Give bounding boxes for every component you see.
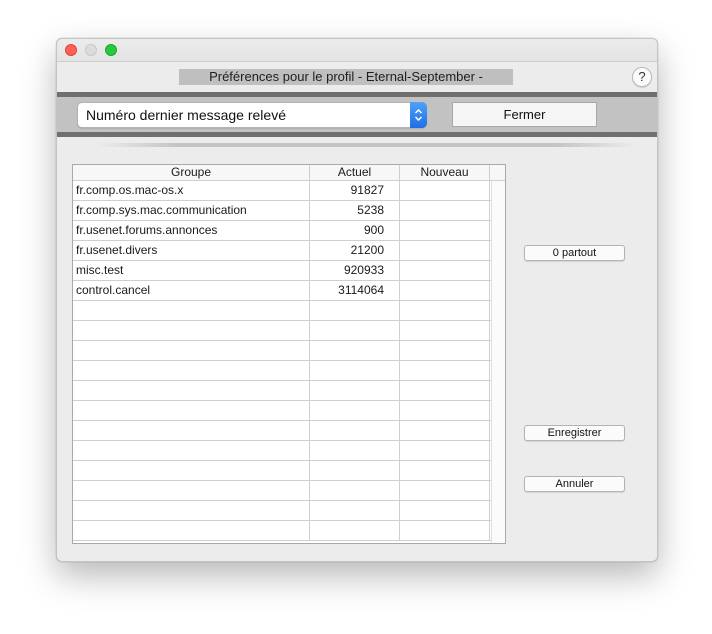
groups-table: Groupe Actuel Nouveau fr.comp.os.mac-os.… bbox=[72, 164, 506, 544]
mode-select[interactable]: Numéro dernier message relevé bbox=[77, 102, 427, 128]
group-cell bbox=[73, 401, 310, 420]
new-cell[interactable] bbox=[400, 521, 490, 540]
group-cell bbox=[73, 481, 310, 500]
current-cell: 91827 bbox=[310, 181, 400, 200]
group-cell bbox=[73, 321, 310, 340]
table-row[interactable] bbox=[73, 421, 491, 441]
title-bar bbox=[57, 39, 657, 62]
current-cell: 900 bbox=[310, 221, 400, 240]
mode-select-value: Numéro dernier message relevé bbox=[86, 107, 286, 123]
zoom-icon[interactable] bbox=[105, 44, 117, 56]
updown-chevron-icon[interactable] bbox=[410, 102, 427, 128]
group-cell bbox=[73, 521, 310, 540]
new-cell[interactable] bbox=[400, 281, 490, 300]
preferences-window: Préférences pour le profil - Eternal-Sep… bbox=[56, 38, 658, 562]
group-cell bbox=[73, 501, 310, 520]
dialog-title: Préférences pour le profil - Eternal-Sep… bbox=[179, 69, 513, 85]
column-header-group[interactable]: Groupe bbox=[73, 165, 310, 180]
current-cell bbox=[310, 381, 400, 400]
current-cell bbox=[310, 301, 400, 320]
table-row[interactable] bbox=[73, 361, 491, 381]
group-cell bbox=[73, 381, 310, 400]
current-cell: 3114064 bbox=[310, 281, 400, 300]
help-button[interactable]: ? bbox=[632, 67, 652, 87]
group-cell: misc.test bbox=[73, 261, 310, 280]
table-scrollbar[interactable] bbox=[491, 181, 505, 543]
new-cell[interactable] bbox=[400, 341, 490, 360]
cancel-button[interactable]: Annuler bbox=[524, 476, 625, 492]
close-button[interactable]: Fermer bbox=[452, 102, 597, 127]
table-row[interactable] bbox=[73, 501, 491, 521]
new-cell[interactable] bbox=[400, 461, 490, 480]
current-cell bbox=[310, 421, 400, 440]
current-cell bbox=[310, 461, 400, 480]
group-cell bbox=[73, 301, 310, 320]
column-header-current[interactable]: Actuel bbox=[310, 165, 400, 180]
table-row[interactable] bbox=[73, 481, 491, 501]
group-cell: fr.usenet.forums.annonces bbox=[73, 221, 310, 240]
table-row[interactable] bbox=[73, 301, 491, 321]
group-cell: fr.comp.os.mac-os.x bbox=[73, 181, 310, 200]
new-cell[interactable] bbox=[400, 501, 490, 520]
table-row[interactable] bbox=[73, 321, 491, 341]
new-cell[interactable] bbox=[400, 361, 490, 380]
column-header-spacer bbox=[490, 165, 505, 180]
close-icon[interactable] bbox=[65, 44, 77, 56]
table-row[interactable] bbox=[73, 461, 491, 481]
new-cell[interactable] bbox=[400, 481, 490, 500]
current-cell bbox=[310, 361, 400, 380]
table-row[interactable] bbox=[73, 521, 491, 541]
table-row[interactable] bbox=[73, 341, 491, 361]
new-cell[interactable] bbox=[400, 201, 490, 220]
current-cell bbox=[310, 501, 400, 520]
current-cell: 21200 bbox=[310, 241, 400, 260]
group-cell bbox=[73, 461, 310, 480]
group-cell bbox=[73, 421, 310, 440]
new-cell[interactable] bbox=[400, 321, 490, 340]
table-row[interactable] bbox=[73, 381, 491, 401]
table-row[interactable]: control.cancel 3114064 bbox=[73, 281, 491, 301]
current-cell bbox=[310, 521, 400, 540]
new-cell[interactable] bbox=[400, 221, 490, 240]
current-cell: 920933 bbox=[310, 261, 400, 280]
group-cell: control.cancel bbox=[73, 281, 310, 300]
new-cell[interactable] bbox=[400, 301, 490, 320]
table-row[interactable] bbox=[73, 441, 491, 461]
table-body: fr.comp.os.mac-os.x 91827 fr.comp.sys.mac.… bbox=[73, 181, 491, 541]
group-cell: fr.comp.sys.mac.communication bbox=[73, 201, 310, 220]
new-cell[interactable] bbox=[400, 381, 490, 400]
group-cell: fr.usenet.divers bbox=[73, 241, 310, 260]
save-button[interactable]: Enregistrer bbox=[524, 425, 625, 441]
minimize-icon[interactable] bbox=[85, 44, 97, 56]
divider bbox=[97, 143, 637, 147]
table-row[interactable]: fr.comp.sys.mac.communication 5238 bbox=[73, 201, 491, 221]
new-cell[interactable] bbox=[400, 401, 490, 420]
current-cell bbox=[310, 321, 400, 340]
group-cell bbox=[73, 341, 310, 360]
table-row[interactable]: fr.usenet.divers 21200 bbox=[73, 241, 491, 261]
current-cell bbox=[310, 341, 400, 360]
current-cell bbox=[310, 401, 400, 420]
column-header-new[interactable]: Nouveau bbox=[400, 165, 490, 180]
new-cell[interactable] bbox=[400, 181, 490, 200]
current-cell bbox=[310, 481, 400, 500]
table-row[interactable]: fr.usenet.forums.annonces 900 bbox=[73, 221, 491, 241]
new-cell[interactable] bbox=[400, 261, 490, 280]
table-row[interactable]: misc.test 920933 bbox=[73, 261, 491, 281]
zero-everywhere-button[interactable]: 0 partout bbox=[524, 245, 625, 261]
table-header: Groupe Actuel Nouveau bbox=[73, 165, 505, 181]
current-cell: 5238 bbox=[310, 201, 400, 220]
new-cell[interactable] bbox=[400, 241, 490, 260]
group-cell bbox=[73, 361, 310, 380]
new-cell[interactable] bbox=[400, 441, 490, 460]
table-row[interactable] bbox=[73, 401, 491, 421]
new-cell[interactable] bbox=[400, 421, 490, 440]
group-cell bbox=[73, 441, 310, 460]
table-row[interactable]: fr.comp.os.mac-os.x 91827 bbox=[73, 181, 491, 201]
current-cell bbox=[310, 441, 400, 460]
